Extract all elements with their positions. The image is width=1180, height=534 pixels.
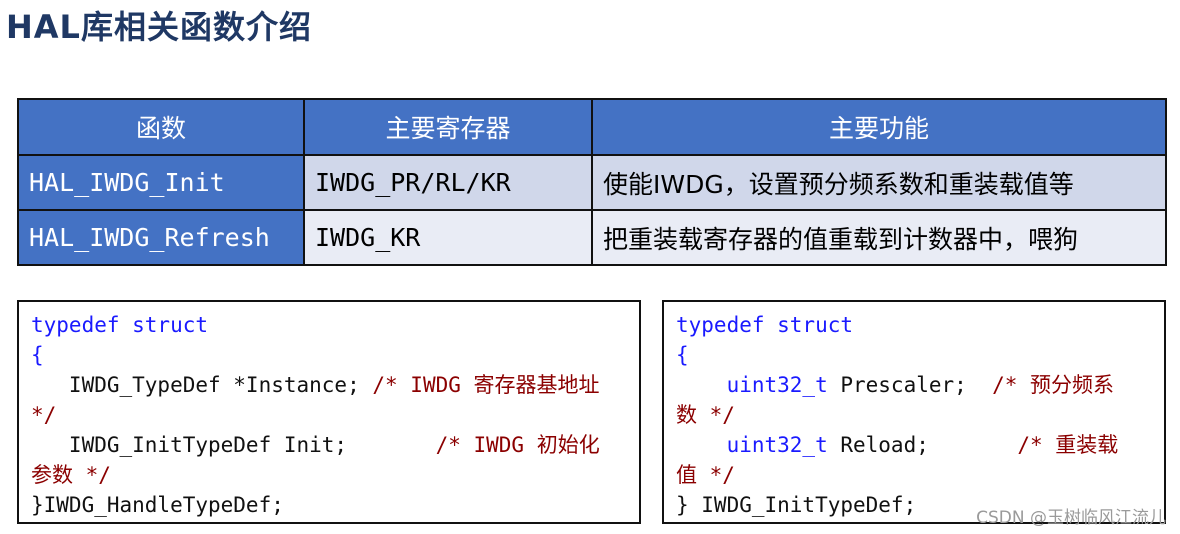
table-header-row: 函数 主要寄存器 主要功能 [17,98,1167,156]
code-keyword: typedef struct [31,313,209,337]
code-text: IWDG_InitTypeDef Init; [31,433,436,457]
table-row: HAL_IWDG_Refresh IWDG_KR 把重装载寄存器的值重载到计数器… [17,209,1167,266]
code-line: IWDG_TypeDef *Instance; /* IWDG 寄存器基地址 [31,370,627,400]
cell-function: HAL_IWDG_Init [17,154,305,211]
cell-feature: 使能IWDG，设置预分频系数和重装载值等 [591,154,1167,211]
code-block-handle-typedef: typedef struct { IWDG_TypeDef *Instance;… [17,300,641,524]
code-type: uint32_t [676,433,828,457]
code-keyword: typedef struct [676,313,854,337]
code-type: uint32_t [676,373,828,397]
code-comment: 数 */ [676,403,735,427]
code-comment: /* IWDG 初始化 [435,433,600,457]
function-table: 函数 主要寄存器 主要功能 HAL_IWDG_Init IWDG_PR/RL/K… [17,98,1167,266]
code-comment: */ [31,403,57,427]
header-function: 函数 [17,98,305,156]
cell-register: IWDG_PR/RL/KR [303,154,593,211]
watermark: CSDN @玉树临风江流儿 [976,508,1166,528]
cell-feature: 把重装载寄存器的值重载到计数器中，喂狗 [591,209,1167,266]
code-comment: 值 */ [676,463,735,487]
code-brace: { [31,343,44,367]
code-line: IWDG_InitTypeDef Init; /* IWDG 初始化 [31,430,627,460]
header-feature: 主要功能 [591,98,1167,156]
code-text: Prescaler; [827,373,993,397]
code-comment: /* IWDG 寄存器基地址 [372,373,600,397]
code-brace: { [676,343,689,367]
code-comment: /* 重装载 [1017,433,1119,457]
code-block-init-typedef: typedef struct { uint32_t Prescaler; /* … [662,300,1166,524]
code-text: }IWDG_HandleTypeDef; [31,493,284,517]
code-comment: /* 预分频系 [992,373,1115,397]
header-register: 主要寄存器 [303,98,593,156]
code-line: uint32_t Reload; /* 重装载 [676,430,1152,460]
cell-register: IWDG_KR [303,209,593,266]
code-text: IWDG_TypeDef *Instance; [31,373,373,397]
code-line: uint32_t Prescaler; /* 预分频系 [676,370,1152,400]
cell-function: HAL_IWDG_Refresh [17,209,305,266]
page-title: HAL库相关函数介绍 [6,8,312,46]
table-row: HAL_IWDG_Init IWDG_PR/RL/KR 使能IWDG，设置预分频… [17,154,1167,211]
code-text: Reload; [827,433,1018,457]
code-comment: 参数 */ [31,463,111,487]
